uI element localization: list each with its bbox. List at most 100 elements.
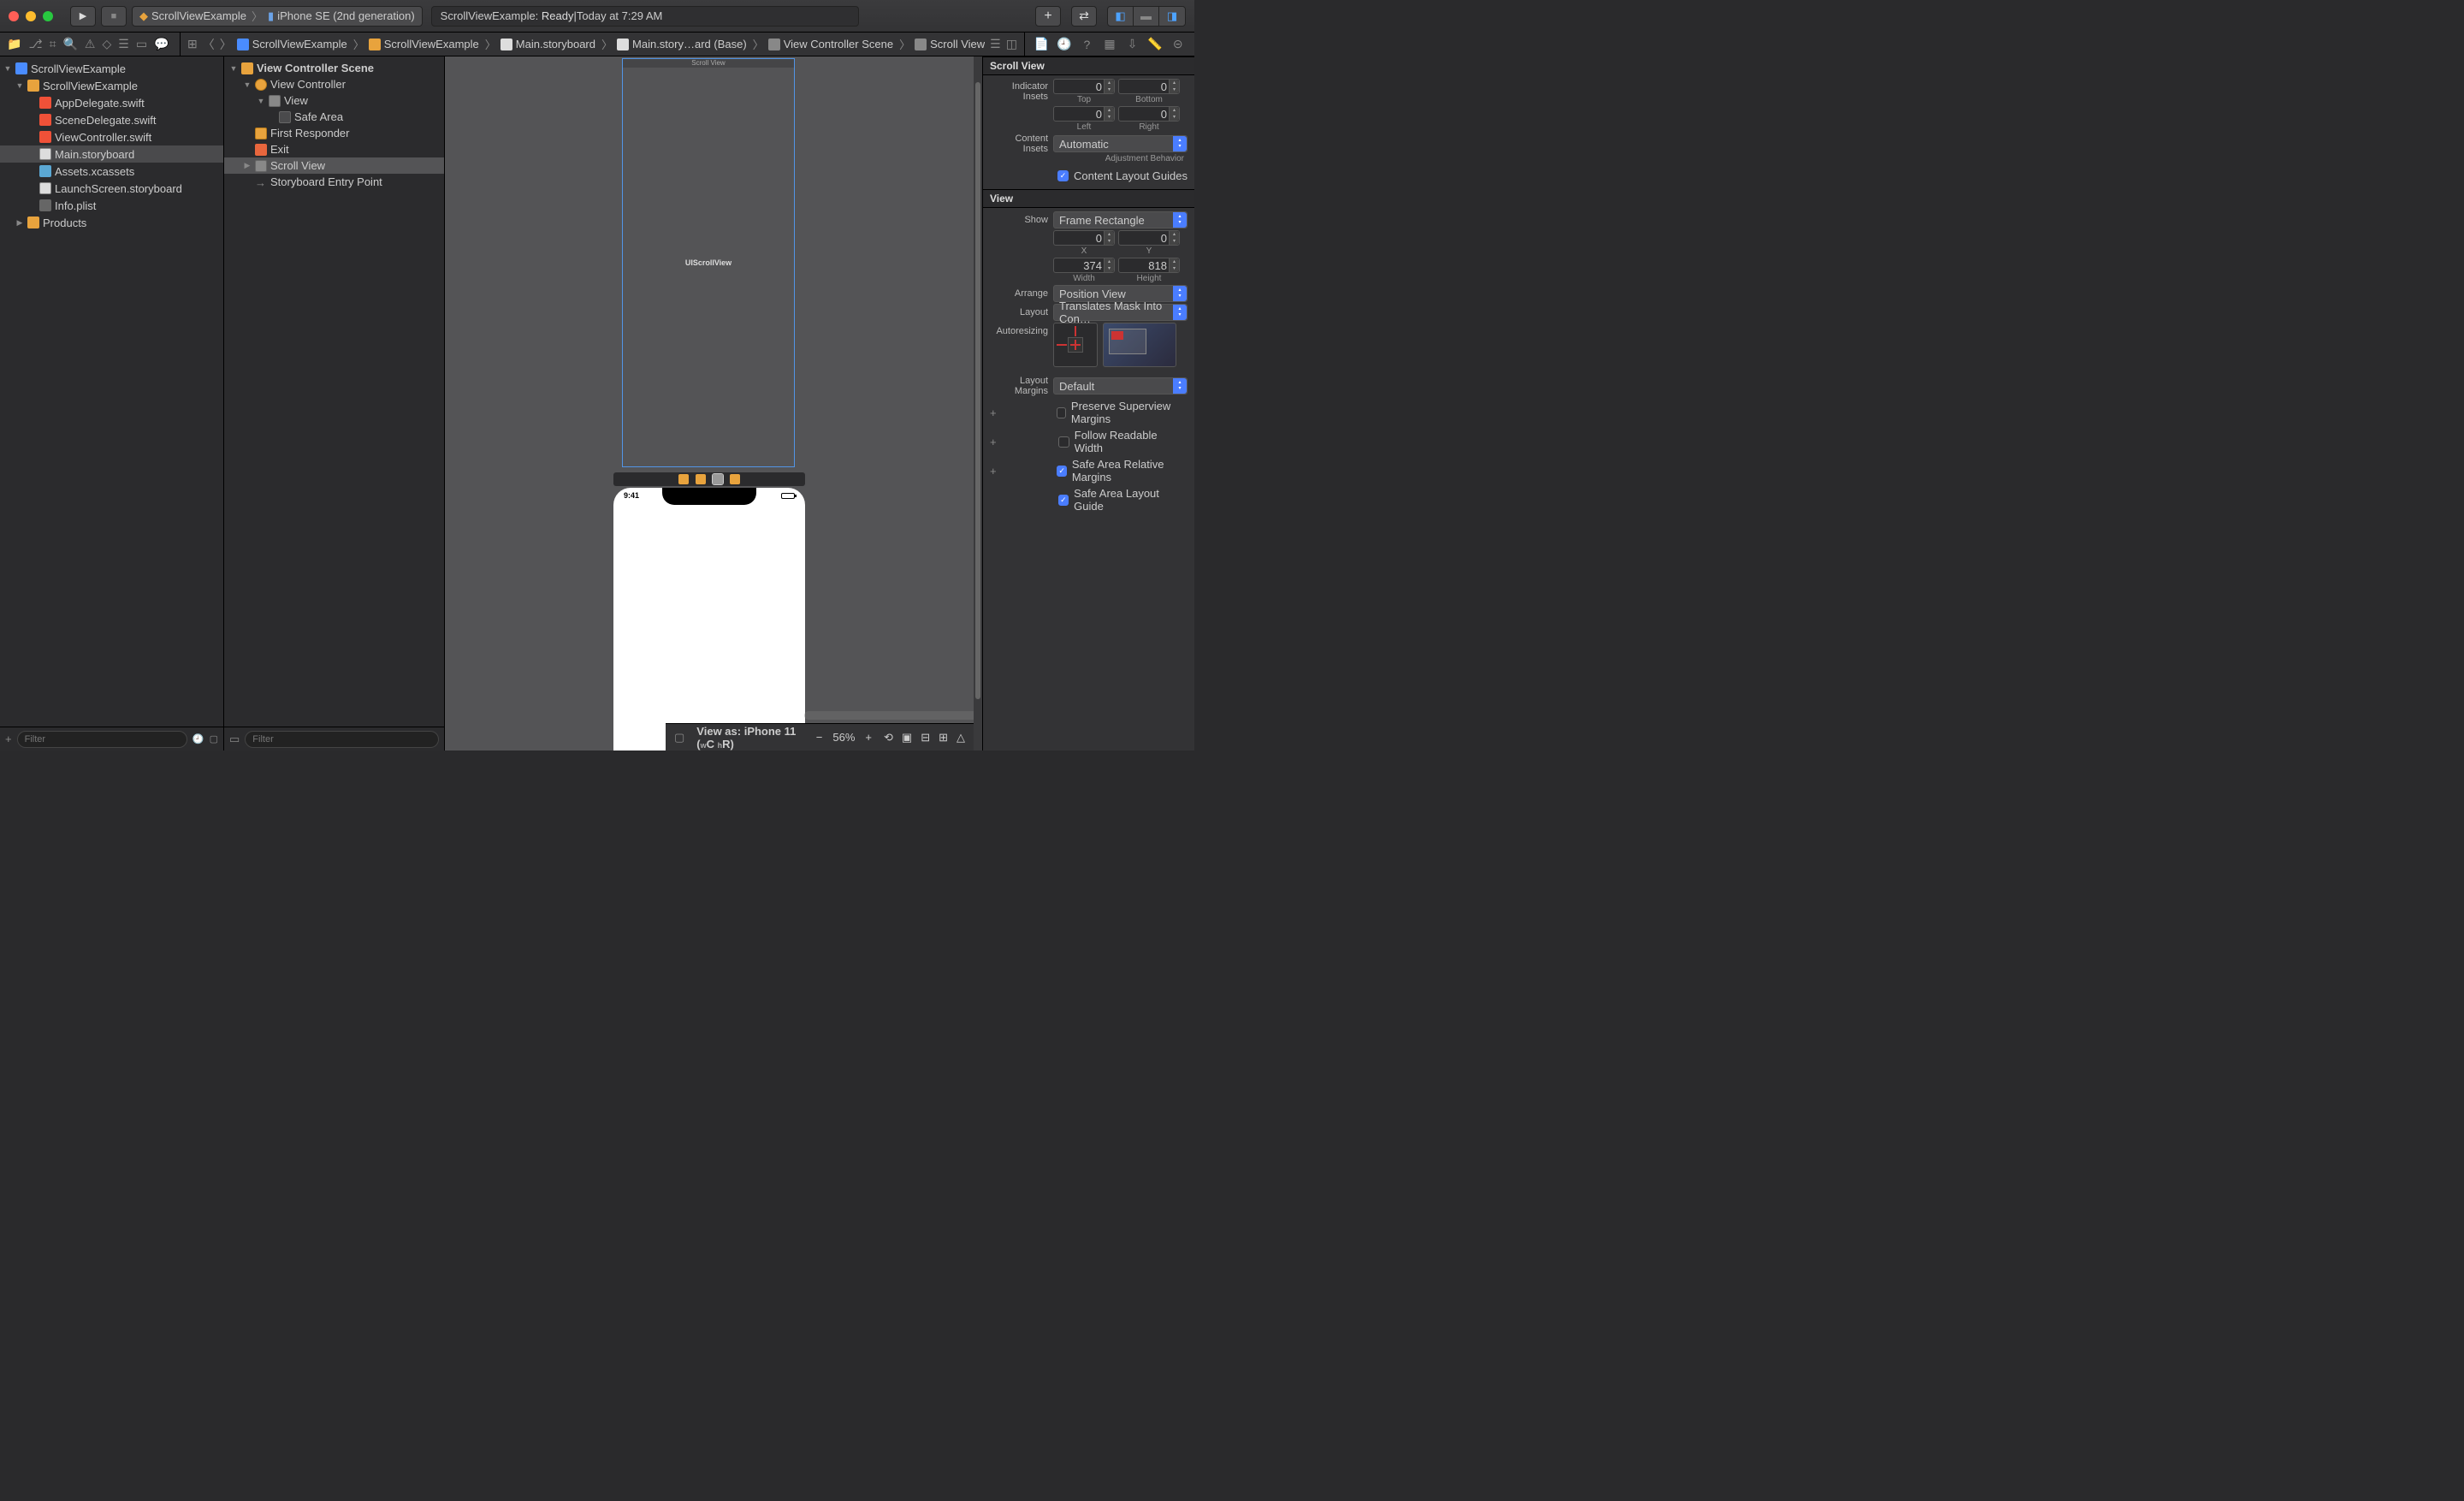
tree-row-file[interactable]: SceneDelegate.swift: [0, 111, 223, 128]
zoom-in-button[interactable]: +: [865, 731, 872, 744]
canvas-vertical-scrollbar[interactable]: [974, 56, 982, 750]
disclosure-triangle-icon[interactable]: ▶: [243, 161, 252, 170]
outline-row-scene[interactable]: ▼ View Controller Scene: [224, 60, 444, 76]
go-forward-button[interactable]: 〉: [220, 36, 232, 53]
toggle-debug-area-button[interactable]: ▬: [1134, 7, 1159, 26]
stepper-icon[interactable]: [1169, 231, 1179, 245]
inset-right-field[interactable]: 0: [1118, 106, 1180, 122]
content-insets-select[interactable]: Automatic: [1053, 135, 1188, 152]
scheme-selector[interactable]: ◆ ScrollViewExample 〉 ▮ iPhone SE (2nd g…: [132, 6, 423, 27]
project-navigator-icon[interactable]: 📁: [7, 37, 21, 51]
stepper-icon[interactable]: [1104, 258, 1114, 272]
safe-area-relative-margins-checkbox[interactable]: ✓Safe Area Relative Margins: [1057, 458, 1188, 484]
tree-row-group[interactable]: ▶ Products: [0, 214, 223, 231]
show-select[interactable]: Frame Rectangle: [1053, 211, 1188, 228]
layout-select[interactable]: Translates Mask Into Con…: [1053, 304, 1188, 321]
outline-row-view[interactable]: ▼ View: [224, 92, 444, 109]
navigator-tree[interactable]: ▼ ScrollViewExample ▼ ScrollViewExample …: [0, 56, 223, 727]
zoom-level[interactable]: 56%: [832, 731, 855, 744]
dock-scrollview-icon[interactable]: [713, 474, 723, 484]
zoom-window-button[interactable]: [43, 11, 53, 21]
layout-margins-select[interactable]: Default: [1053, 377, 1188, 395]
zoom-out-button[interactable]: −: [816, 731, 823, 744]
embed-in-icon[interactable]: ▣: [902, 731, 912, 745]
stepper-icon[interactable]: [1169, 80, 1179, 93]
disclosure-triangle-icon[interactable]: ▶: [15, 218, 24, 228]
follow-readable-width-checkbox[interactable]: Follow Readable Width: [1058, 429, 1188, 454]
disclosure-triangle-icon[interactable]: ▼: [257, 97, 265, 105]
outline-row-firstresponder[interactable]: First Responder: [224, 125, 444, 141]
tree-row-file[interactable]: Info.plist: [0, 197, 223, 214]
breadcrumb-item[interactable]: View Controller Scene〉: [768, 36, 913, 52]
adjust-editor-options-icon[interactable]: ☰: [990, 37, 1001, 51]
debug-navigator-icon[interactable]: ☰: [118, 37, 129, 51]
symbol-navigator-icon[interactable]: ⌗: [50, 37, 56, 51]
connections-inspector-icon[interactable]: ⊝: [1169, 37, 1188, 51]
disclosure-triangle-icon[interactable]: ▼: [15, 81, 24, 90]
recent-files-filter-icon[interactable]: 🕘: [192, 733, 204, 745]
resolve-issues-icon[interactable]: △: [957, 731, 965, 745]
safe-area-layout-guide-checkbox[interactable]: ✓Safe Area Layout Guide: [1058, 487, 1188, 513]
pin-icon[interactable]: ⊞: [939, 731, 948, 745]
frame-height-field[interactable]: 818: [1118, 258, 1180, 273]
stepper-icon[interactable]: [1104, 80, 1114, 93]
stepper-icon[interactable]: [1104, 107, 1114, 121]
file-inspector-icon[interactable]: 📄: [1032, 37, 1051, 51]
add-variation-button[interactable]: +: [990, 465, 998, 478]
view-as-button[interactable]: View as: iPhone 11 (wC hR): [696, 725, 803, 750]
issue-navigator-icon[interactable]: ⚠: [85, 37, 96, 51]
go-back-button[interactable]: 〈: [203, 36, 215, 53]
tree-row-file[interactable]: ViewController.swift: [0, 128, 223, 145]
device-config-icon[interactable]: ▢: [674, 731, 684, 745]
related-items-icon[interactable]: ⊞: [187, 37, 198, 51]
stepper-icon[interactable]: [1169, 107, 1179, 121]
dock-firstresponder-icon[interactable]: [696, 474, 706, 484]
disclosure-triangle-icon[interactable]: ▼: [243, 80, 252, 89]
inset-left-field[interactable]: 0: [1053, 106, 1115, 122]
scene-dock[interactable]: [613, 472, 805, 486]
canvas-scrollview[interactable]: Scroll View UIScrollView: [622, 58, 795, 467]
library-button[interactable]: [1035, 6, 1061, 27]
tree-row-group[interactable]: ▼ ScrollViewExample: [0, 77, 223, 94]
attributes-inspector-icon[interactable]: ⇩: [1123, 37, 1142, 51]
disclosure-triangle-icon[interactable]: ▼: [229, 64, 238, 73]
frame-y-field[interactable]: 0: [1118, 230, 1180, 246]
report-navigator-icon[interactable]: 💬: [154, 37, 169, 51]
breadcrumb-item[interactable]: ScrollViewExample〉: [369, 36, 499, 52]
close-window-button[interactable]: [9, 11, 19, 21]
history-inspector-icon[interactable]: 🕘: [1055, 37, 1074, 51]
inset-bottom-field[interactable]: 0: [1118, 79, 1180, 94]
toggle-inspector-button[interactable]: ◨: [1159, 7, 1185, 26]
dock-viewcontroller-icon[interactable]: [678, 474, 689, 484]
canvas-horizontal-scrollbar[interactable]: [804, 711, 974, 720]
disclosure-triangle-icon[interactable]: ▼: [3, 64, 12, 73]
toggle-navigator-button[interactable]: ◧: [1108, 7, 1134, 26]
breadcrumb-item[interactable]: Scroll View: [915, 38, 985, 50]
tree-row-file[interactable]: AppDelegate.swift: [0, 94, 223, 111]
dock-exit-icon[interactable]: [730, 474, 740, 484]
run-button[interactable]: [70, 6, 96, 27]
activity-status[interactable]: ScrollViewExample: Ready | Today at 7:29…: [431, 6, 859, 27]
update-frames-icon[interactable]: ⟲: [884, 731, 893, 745]
identity-inspector-icon[interactable]: ▦: [1100, 37, 1119, 51]
frame-x-field[interactable]: 0: [1053, 230, 1115, 246]
scm-filter-icon[interactable]: ▢: [210, 733, 218, 745]
navigator-filter-input[interactable]: [17, 731, 187, 748]
tree-row-file-selected[interactable]: Main.storyboard: [0, 145, 223, 163]
outline-row-entrypoint[interactable]: → Storyboard Entry Point: [224, 174, 444, 190]
stepper-icon[interactable]: [1169, 258, 1179, 272]
help-inspector-icon[interactable]: ?: [1077, 38, 1096, 51]
breadcrumb-item[interactable]: Main.story…ard (Base)〉: [617, 36, 767, 52]
outline-tree[interactable]: ▼ View Controller Scene ▼ View Controlle…: [224, 56, 444, 727]
outline-row-scrollview-selected[interactable]: ▶ Scroll View: [224, 157, 444, 174]
breadcrumb-item[interactable]: ScrollViewExample〉: [237, 36, 367, 52]
breakpoint-navigator-icon[interactable]: ▭: [136, 37, 147, 51]
autoresizing-mask-control[interactable]: [1053, 323, 1098, 367]
tree-row-file[interactable]: Assets.xcassets: [0, 163, 223, 180]
tree-row-project[interactable]: ▼ ScrollViewExample: [0, 60, 223, 77]
add-button[interactable]: +: [5, 733, 12, 745]
breadcrumb-item[interactable]: Main.storyboard〉: [500, 36, 615, 52]
content-layout-guides-checkbox[interactable]: ✓Content Layout Guides: [1057, 169, 1188, 182]
outline-filter-input[interactable]: [245, 731, 439, 748]
inset-top-field[interactable]: 0: [1053, 79, 1115, 94]
